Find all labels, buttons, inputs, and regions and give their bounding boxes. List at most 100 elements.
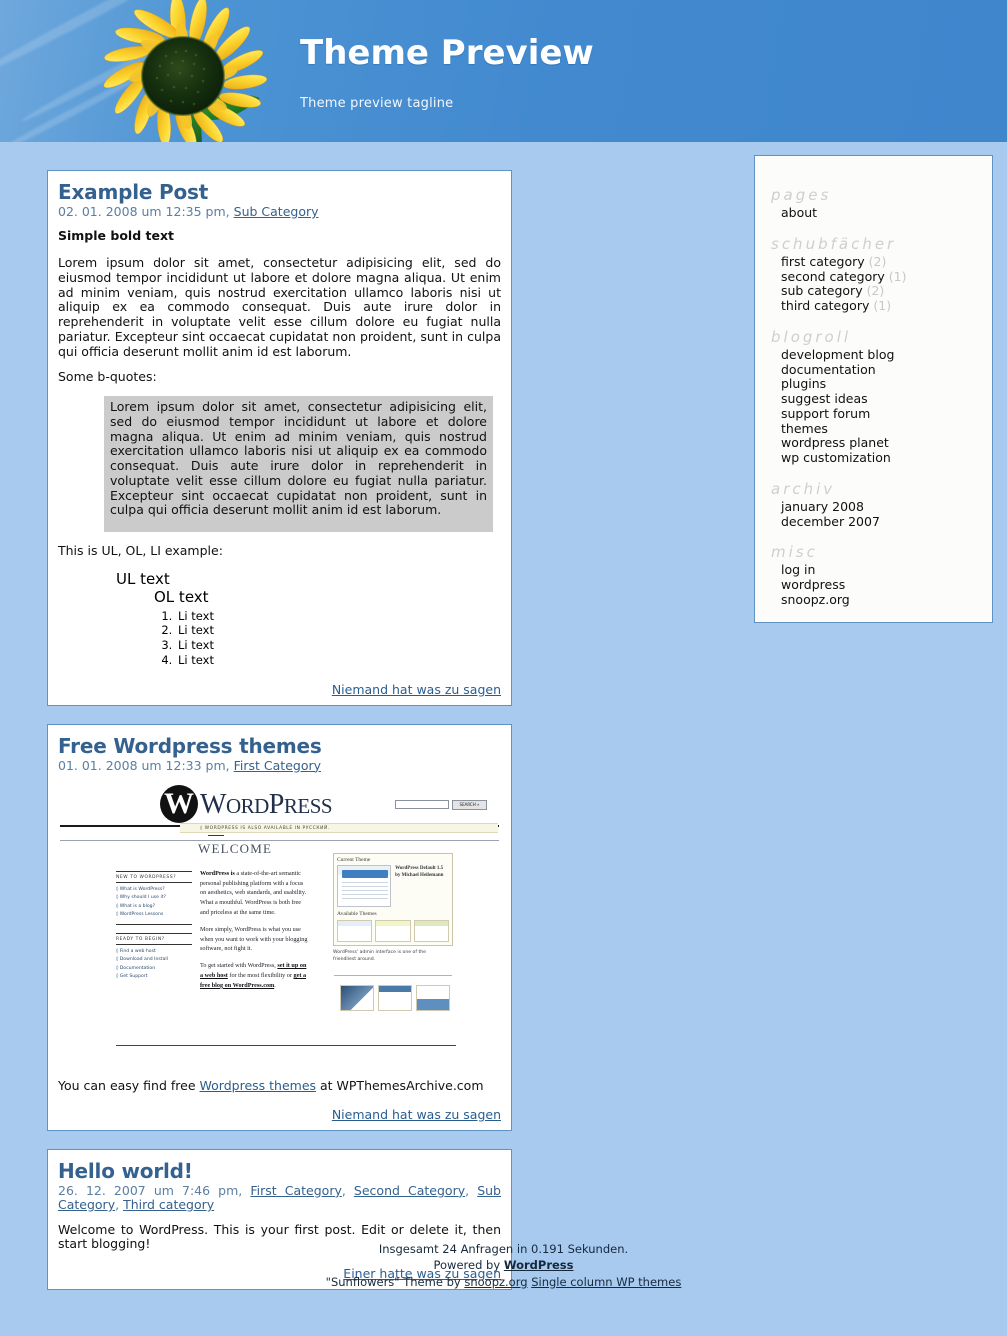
site-tagline: Theme preview tagline	[300, 96, 454, 111]
sidebar-item-third-category[interactable]: third category (1)	[781, 298, 982, 314]
wp-admin-preview-panel: Current Theme WordPress Default 1.5 by M…	[333, 852, 453, 964]
sidebar-heading: schubfächer	[771, 234, 897, 253]
main-content: Example Post 02. 01. 2008 um 12:35 pm, S…	[47, 170, 512, 1308]
single-column-themes-link[interactable]: Single column WP themes	[531, 1275, 681, 1289]
ul-item: UL text	[116, 569, 170, 588]
wp-panel-label-available: Available Themes	[337, 910, 377, 917]
wp-sidebar-link: ◊ Why should I use it?	[116, 895, 166, 901]
post-bold-line: Simple bold text	[58, 228, 174, 244]
ul-list: UL text OL text Li text Li text Li text …	[58, 570, 501, 668]
post-category-link[interactable]: Second Category	[354, 1183, 465, 1198]
post-date: 01. 01. 2008 um 12:33 pm,	[58, 757, 230, 773]
wp-panel-label: Current Theme	[337, 856, 371, 863]
ol-list: OL text Li text Li text Li text Li text	[116, 588, 501, 668]
wordpress-logo-icon: W	[160, 784, 198, 823]
wp-welcome-heading: WELCOME	[198, 840, 273, 856]
snoopz-link[interactable]: snoopz.org	[464, 1275, 527, 1289]
sidebar-item-about[interactable]: about	[781, 205, 982, 221]
sidebar-list: log in wordpress snoopz.org	[765, 562, 982, 608]
wp-image-caption: WordPress' admin interface is one of the…	[333, 949, 426, 962]
sidebar-list: about	[765, 205, 982, 221]
wp-search-input	[395, 800, 449, 810]
post-example-post: Example Post 02. 01. 2008 um 12:35 pm, S…	[47, 170, 512, 706]
wp-sidebar-link: ◊ What is a blog?	[116, 903, 156, 909]
wp-thumbnail	[378, 984, 412, 1011]
sunflower-photo	[103, 0, 268, 148]
sidebar-list: development blog documentation plugins s…	[765, 347, 982, 466]
post-category-link[interactable]: Sub Category	[234, 204, 319, 219]
wp-body-text: WordPress is a state-of-the-art semantic…	[200, 869, 310, 998]
sidebar-item-themes[interactable]: themes	[781, 421, 982, 437]
wp-sidebar-link: ◊ Find a web host	[116, 948, 156, 954]
wp-divider	[116, 1044, 456, 1046]
sidebar-section-pages: pages about	[755, 186, 992, 221]
post-category-link[interactable]: First Category	[250, 1183, 342, 1198]
post-free-wordpress-themes: Free Wordpress themes 01. 01. 2008 um 12…	[47, 723, 512, 1131]
wp-sidebar-link: ◊ WordPress Lessons	[116, 912, 164, 918]
sidebar-heading: misc	[771, 543, 818, 562]
wp-sidebar-link: ◊ Documentation	[116, 965, 156, 971]
wp-search-button: SEARCH »	[452, 799, 487, 810]
numbered-list: Li text Li text Li text Li text	[154, 609, 501, 668]
sidebar-item-december-2007[interactable]: december 2007	[781, 514, 982, 530]
category-count: (1)	[888, 268, 907, 284]
sidebar-item-snoopz-org[interactable]: snoopz.org	[781, 592, 982, 608]
page-title: Theme Preview	[300, 33, 594, 73]
blockquote: Lorem ipsum dolor sit amet, consectetur …	[104, 396, 493, 533]
list-intro: This is UL, OL, LI example:	[58, 543, 223, 559]
post-date: 26. 12. 2007 um 7:46 pm,	[58, 1182, 243, 1198]
post-meta: 26. 12. 2007 um 7:46 pm, First Category,…	[58, 1182, 501, 1213]
sidebar-item-sub-category[interactable]: sub category (2)	[781, 283, 982, 299]
wordpress-link[interactable]: WordPress	[504, 1258, 574, 1272]
wp-sidebar-link: ◊ What is WordPress?	[116, 886, 165, 892]
sidebar-heading: pages	[771, 186, 832, 204]
wp-divider	[334, 974, 452, 976]
sidebar-list: january 2008 december 2007	[765, 499, 982, 530]
wp-sidebar-link: ◊ Get Support	[116, 974, 148, 980]
wp-thumbnail	[416, 984, 450, 1011]
sidebar-list: first category (2) second category (1) s…	[765, 253, 982, 314]
sidebar-item-log-in[interactable]: log in	[781, 562, 982, 578]
post-meta: 01. 01. 2008 um 12:33 pm, First Category	[58, 757, 501, 773]
sidebar-item-plugins[interactable]: plugins	[781, 376, 982, 392]
wp-sidebar-new-to-wordpress: NEW TO WORDPRESS? ◊ What is WordPress? ◊…	[116, 870, 192, 925]
site-footer: Insgesamt 24 Anfragen in 0.191 Sekunden.…	[0, 1241, 1007, 1296]
sidebar-item-development-blog[interactable]: development blog	[781, 347, 982, 363]
wp-theme-item	[337, 919, 373, 942]
wp-sidebar-ready-to-begin: READY TO BEGIN? ◊ Find a web host ◊ Down…	[116, 932, 192, 982]
sidebar-item-suggest-ideas[interactable]: suggest ideas	[781, 391, 982, 407]
blockquote-text: Lorem ipsum dolor sit amet, consectetur …	[110, 399, 487, 518]
wp-language-banner: ◊ WORDPRESS IS ALSO AVAILABLE IN РУССКИЙ…	[180, 822, 498, 833]
sidebar-item-first-category[interactable]: first category (2)	[781, 253, 982, 270]
wp-sidebar-link: ◊ Download and Install	[116, 957, 168, 963]
wordpress-screenshot-image: W WORDPRESS HOMEABOUTEXTENDDOCSBLOGFORUM…	[58, 782, 501, 1070]
sidebar-item-wp-customization[interactable]: wp customization	[781, 450, 982, 466]
wp-divider	[116, 923, 192, 925]
sidebar-item-second-category[interactable]: second category (1)	[781, 268, 982, 285]
sidebar-section-blogroll: blogroll development blog documentation …	[755, 328, 992, 466]
comments-link[interactable]: Niemand hat was zu sagen	[332, 1107, 501, 1122]
wp-paragraph-1: WordPress is a state-of-the-art semantic…	[200, 869, 307, 917]
category-count: (2)	[868, 253, 887, 269]
page-body: Example Post 02. 01. 2008 um 12:35 pm, S…	[0, 148, 1007, 1296]
sidebar-item-documentation[interactable]: documentation	[781, 362, 982, 378]
post-footer: Niemand hat was zu sagen	[58, 1107, 501, 1122]
wp-thumbnail-row	[340, 984, 450, 1011]
wordpress-themes-link[interactable]: Wordpress themes	[200, 1078, 317, 1093]
post-category-link[interactable]: First Category	[234, 758, 321, 773]
post-category-link[interactable]: Third category	[123, 1197, 214, 1212]
post-title: Free Wordpress themes	[58, 733, 322, 758]
sidebar-item-support-forum[interactable]: support forum	[781, 406, 982, 422]
comments-link[interactable]: Niemand hat was zu sagen	[332, 682, 501, 697]
sidebar-item-wordpress[interactable]: wordpress	[781, 577, 982, 593]
wp-sidebar-heading: NEW TO WORDPRESS?	[116, 870, 192, 883]
footer-theme-line: "Sunflowers" Theme by snoopz.org Single …	[325, 1274, 682, 1289]
blockquote-intro: Some b-quotes:	[58, 369, 157, 385]
wp-available-themes-row	[337, 919, 449, 942]
post-trailing-text: You can easy find free Wordpress themes …	[58, 1077, 484, 1093]
sidebar-item-january-2008[interactable]: january 2008	[781, 499, 982, 515]
wordpress-wordmark: WORDPRESS	[200, 788, 333, 820]
header-text: Theme Preview Theme preview tagline	[300, 0, 900, 111]
sidebar-item-wordpress-planet[interactable]: wordpress planet	[781, 435, 982, 451]
list-item: Li text	[176, 638, 501, 653]
